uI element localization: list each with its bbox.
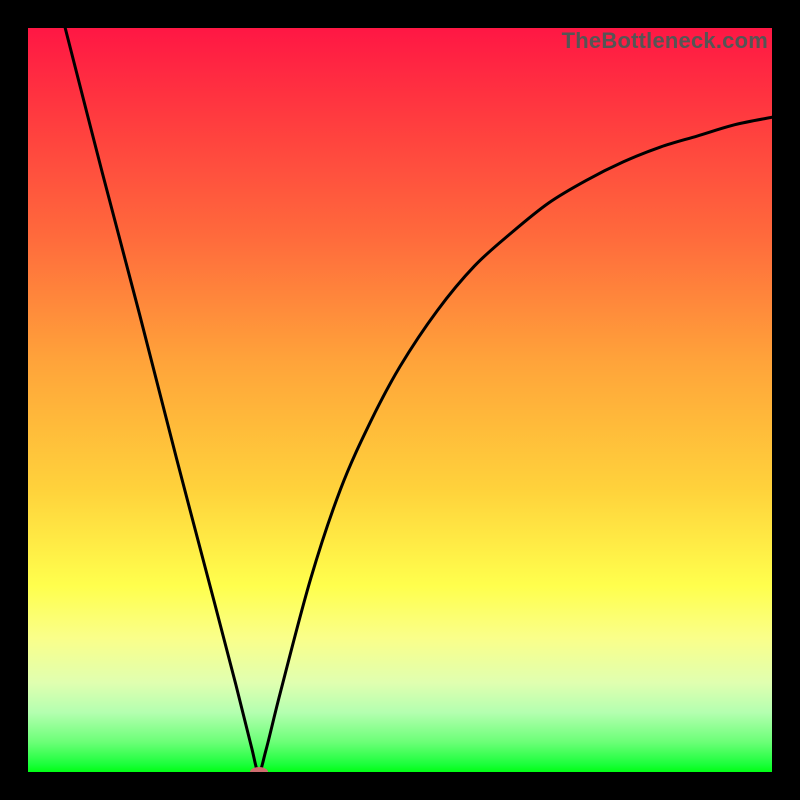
chart-frame: TheBottleneck.com [0, 0, 800, 800]
curve-marker [250, 767, 268, 772]
curve-layer [28, 28, 772, 772]
plot-area: TheBottleneck.com [28, 28, 772, 772]
bottleneck-curve [65, 28, 772, 772]
